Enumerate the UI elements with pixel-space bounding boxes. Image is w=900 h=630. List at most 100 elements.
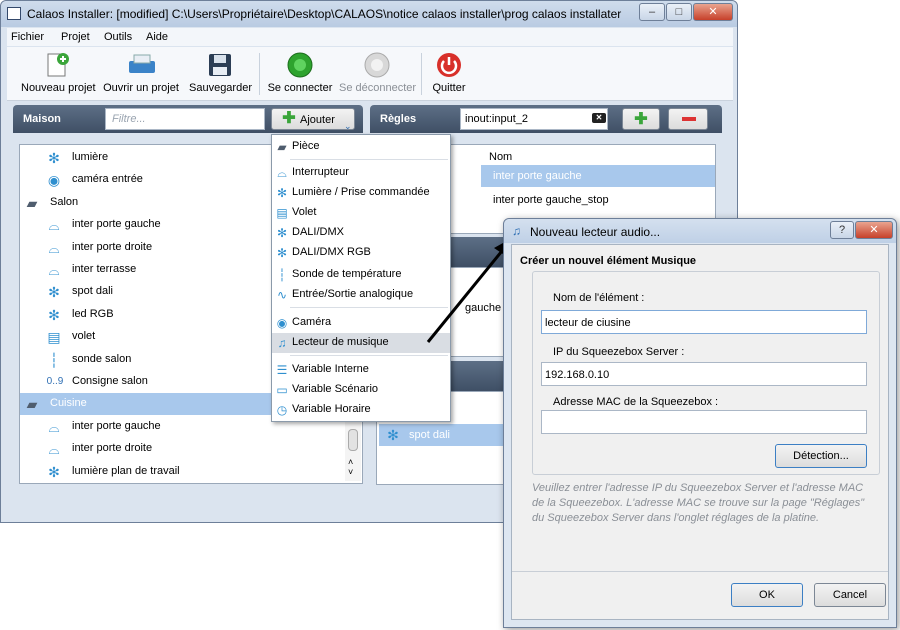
dialog-close-button[interactable]: ✕ — [855, 221, 893, 239]
new-document-icon — [43, 51, 71, 79]
menu-separator — [290, 307, 448, 308]
music-icon: ♫ — [277, 336, 287, 350]
name-label: Nom de l'élément : — [553, 292, 645, 304]
menu-bar: Fichier Projet Outils Aide — [7, 28, 733, 46]
audio-player-dialog: ♫ Nouveau lecteur audio... ? ✕ Créer un … — [503, 218, 897, 628]
ip-field[interactable]: 192.168.0.10 — [541, 362, 867, 386]
switch-icon: ⌓ — [48, 239, 60, 256]
new-project-button[interactable]: Nouveau projet — [21, 51, 96, 94]
ok-button[interactable]: OK — [731, 583, 803, 607]
analog-icon: ∿ — [276, 288, 288, 302]
tree-item-label: spot dali — [72, 285, 113, 298]
light-icon: ✻ — [276, 186, 288, 200]
tree-item-label: sonde salon — [72, 352, 132, 365]
toolbar: Nouveau projet Ouvrir un projet Sauvegar… — [7, 47, 733, 101]
scroll-thumb[interactable] — [348, 429, 358, 451]
tree-item-label: lumière plan de travail — [72, 464, 180, 477]
menu-item[interactable]: ◷ Variable Horaire — [272, 400, 450, 420]
connect-button[interactable]: Se connecter — [267, 51, 333, 94]
tree-item-label: caméra entrée — [72, 173, 143, 186]
light-icon: ✻ — [387, 427, 399, 443]
menu-item[interactable]: ∿ Entrée/Sortie analogique — [272, 285, 450, 305]
condition-label: gauche — [465, 302, 502, 314]
list-item[interactable]: ✻ spot dali — [379, 424, 509, 446]
add-rule-button[interactable]: ✚ — [622, 108, 660, 130]
menu-aide[interactable]: Aide — [146, 31, 168, 43]
add-dropdown-menu: ▰ Pièce ⌓ Interrupteur ✻ Lumière / Prise comm… — [271, 134, 451, 422]
menu-outils[interactable]: Outils — [104, 31, 132, 43]
menu-item[interactable]: ♫ Lecteur de musique — [272, 333, 450, 353]
menu-item-label: Pièce — [292, 140, 320, 152]
tree-item-label: led RGB — [72, 307, 114, 320]
scenario-icon: ▭ — [276, 383, 288, 397]
shutter-icon: ▤ — [47, 329, 61, 346]
menu-fichier[interactable]: Fichier — [11, 31, 44, 43]
menu-item[interactable]: ☰ Variable Interne — [272, 360, 450, 380]
menu-item[interactable]: ✻ Lumière / Prise commandée — [272, 183, 450, 203]
menu-item-label: Interrupteur — [292, 166, 349, 178]
menu-item-label: Variable Horaire — [292, 403, 371, 415]
close-button[interactable]: ✕ — [693, 3, 733, 21]
group-box: Nom de l'élément : lecteur de ciusine IP… — [532, 271, 880, 475]
name-field[interactable]: lecteur de ciusine — [541, 310, 867, 334]
clear-icon[interactable]: ✕ — [592, 113, 606, 123]
disconnect-button[interactable]: Se déconnecter — [339, 51, 416, 94]
group-title: Créer un nouvel élément Musique — [520, 255, 697, 267]
help-button[interactable]: ? — [830, 221, 854, 239]
menu-item[interactable]: ▰ Pièce — [272, 137, 450, 157]
camera-icon: ◉ — [276, 316, 288, 330]
regles-header-label: Règles — [380, 113, 417, 125]
tree-item[interactable]: ✻ lumière plan de travail — [20, 461, 362, 483]
cancel-button[interactable]: Cancel — [814, 583, 886, 607]
mac-label: Adresse MAC de la Squeezebox : — [553, 396, 719, 408]
floppy-icon — [206, 51, 234, 79]
menu-item-label: Entrée/Sortie analogique — [292, 288, 414, 300]
menu-item[interactable]: ⌓ Interrupteur — [272, 163, 450, 183]
minimize-button[interactable]: – — [639, 3, 665, 21]
add-button[interactable]: ✚ Ajouter ⌄ — [271, 108, 355, 131]
maximize-button[interactable]: □ — [666, 3, 692, 21]
switch-icon: ⌓ — [48, 262, 60, 278]
menu-projet[interactable]: Projet — [61, 31, 90, 43]
clock-icon: ◷ — [276, 403, 288, 417]
app-icon — [7, 7, 21, 20]
room-icon: ▰ — [277, 140, 287, 154]
switch-icon: ⌓ — [48, 441, 60, 458]
table-row[interactable]: inter porte gauche — [481, 165, 715, 187]
mac-field[interactable] — [541, 410, 867, 434]
title-bar: Calaos Installer: [modified] C:\Users\Pr… — [1, 1, 737, 27]
open-project-button[interactable]: Ouvrir un projet — [103, 51, 179, 94]
menu-item[interactable]: ✻ DALI/DMX RGB — [272, 243, 450, 263]
dialog-body: Créer un nouvel élément Musique Nom de l… — [511, 244, 889, 620]
filter-input[interactable]: Filtre... — [105, 108, 265, 130]
menu-item[interactable]: ▤ Volet — [272, 203, 450, 223]
plus-icon: ✚ — [282, 110, 296, 127]
menu-item-label: Caméra — [292, 316, 332, 328]
shutter-icon: ▤ — [276, 206, 288, 220]
power-icon — [435, 51, 463, 79]
menu-item[interactable]: ◉ Caméra — [272, 313, 450, 333]
tree-item[interactable]: ⌓ inter porte droite — [20, 438, 362, 460]
detect-button[interactable]: Détection... — [775, 444, 867, 468]
quit-button[interactable]: Quitter — [425, 51, 473, 94]
menu-item[interactable]: ┆ Sonde de température — [272, 265, 450, 285]
scrollbar[interactable]: ˄ ˅ — [345, 421, 361, 481]
light-icon: ✻ — [276, 226, 288, 240]
menu-separator — [290, 159, 448, 160]
menu-item[interactable]: ✻ DALI/DMX — [272, 223, 450, 243]
rule-search-input[interactable]: inout:input_2 — [460, 108, 608, 130]
remove-rule-button[interactable] — [668, 108, 708, 130]
save-button[interactable]: Sauvegarder — [189, 51, 252, 94]
divider — [512, 571, 888, 572]
tree-item-label: inter porte gauche — [72, 218, 161, 231]
temp-icon: ┆ — [49, 351, 59, 368]
dialog-title-bar: ♫ Nouveau lecteur audio... ? ✕ — [504, 219, 896, 243]
column-header-nom: Nom — [489, 151, 513, 163]
table-row[interactable]: inter porte gauche_stop — [481, 189, 715, 211]
switch-icon: ⌓ — [48, 418, 60, 435]
scroll-up-icon[interactable]: ˄ — [348, 457, 353, 467]
maison-panel-header: Maison Filtre... ✚ Ajouter ⌄ — [13, 105, 363, 133]
regles-panel-header: Règles inout:input_2 ✕ ✚ — [370, 105, 722, 133]
scroll-down-icon[interactable]: ˅ — [348, 467, 353, 477]
menu-item[interactable]: ▭ Variable Scénario — [272, 380, 450, 400]
